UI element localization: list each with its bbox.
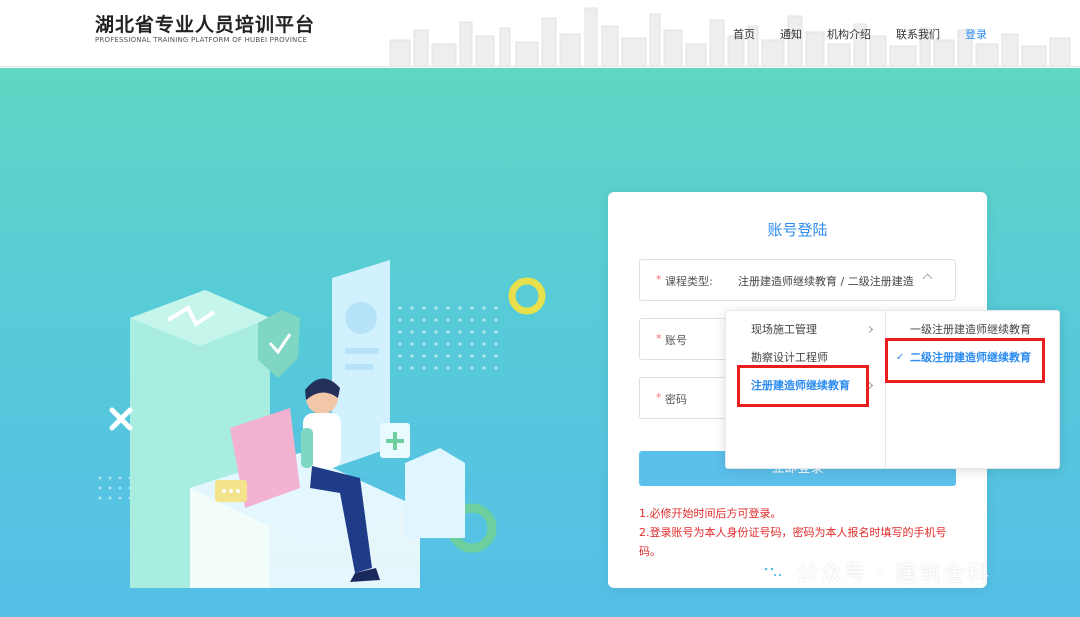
wechat-watermark: 公众号 · 建筑全科	[758, 556, 991, 588]
site-subtitle: PROFESSIONAL TRAINING PLATFORM OF HUBEI …	[95, 36, 308, 44]
cascader-option-site-management[interactable]: 现场施工管理	[726, 316, 886, 344]
brand[interactable]: 湖北省专业人员培训平台 PROFESSIONAL TRAINING PLATFO…	[95, 14, 315, 45]
training-illustration	[98, 260, 546, 588]
site-header: 湖北省专业人员培训平台 PROFESSIONAL TRAINING PLATFO…	[0, 0, 1080, 67]
cascader-option-second-level[interactable]: ✓ 二级注册建造师继续教育	[886, 344, 1060, 372]
nav-notice[interactable]: 通知	[780, 26, 802, 42]
nav-home[interactable]: 首页	[733, 26, 755, 42]
option-label: 勘察设计工程师	[751, 351, 828, 364]
required-mark: *	[656, 273, 662, 286]
cascader-option-survey-design[interactable]: 勘察设计工程师	[726, 344, 886, 372]
option-label: 一级注册建造师继续教育	[910, 323, 1031, 336]
chevron-right-icon	[865, 325, 874, 334]
course-type-value: 注册建造师继续教育 / 二级注册建造	[738, 275, 914, 288]
cascader-option-first-level[interactable]: 一级注册建造师继续教育	[886, 316, 1060, 344]
option-label: 二级注册建造师继续教育	[910, 351, 1031, 364]
main-nav: 首页 通知 机构介绍 联系我们 登录	[708, 26, 987, 42]
login-notes: 1.必修开始时间后方可登录。 2.登录账号为本人身份证号码，密码为本人报名时填写…	[639, 504, 961, 561]
cascader-option-constructor-education[interactable]: 注册建造师继续教育	[726, 372, 886, 400]
check-icon: ✓	[896, 352, 905, 363]
account-label: 账号	[665, 334, 687, 347]
nav-contact[interactable]: 联系我们	[896, 26, 940, 42]
course-type-cascader: 现场施工管理 勘察设计工程师 注册建造师继续教育 一级注册建造师继续教育 ✓ 二…	[725, 310, 1060, 469]
option-label: 现场施工管理	[751, 323, 817, 336]
site-title: 湖北省专业人员培训平台	[95, 14, 316, 36]
wechat-icon	[759, 562, 785, 582]
chevron-up-icon	[922, 273, 933, 284]
password-label: 密码	[665, 393, 687, 406]
cascader-level2: 一级注册建造师继续教育 ✓ 二级注册建造师继续教育	[886, 311, 1060, 468]
required-mark: *	[656, 391, 662, 404]
cascader-level1: 现场施工管理 勘察设计工程师 注册建造师继续教育	[726, 311, 886, 468]
course-type-select[interactable]: * 课程类型: 注册建造师继续教育 / 二级注册建造	[639, 259, 956, 301]
login-title: 账号登陆	[767, 221, 828, 239]
watermark-text: 公众号 · 建筑全科	[796, 562, 991, 587]
option-label: 注册建造师继续教育	[751, 379, 850, 392]
required-mark: *	[656, 332, 662, 345]
course-type-label: 课程类型:	[665, 275, 713, 288]
nav-about[interactable]: 机构介绍	[827, 26, 871, 42]
chevron-right-icon	[865, 381, 874, 390]
nav-login[interactable]: 登录	[965, 26, 987, 42]
note-line-1: 1.必修开始时间后方可登录。	[639, 507, 782, 520]
